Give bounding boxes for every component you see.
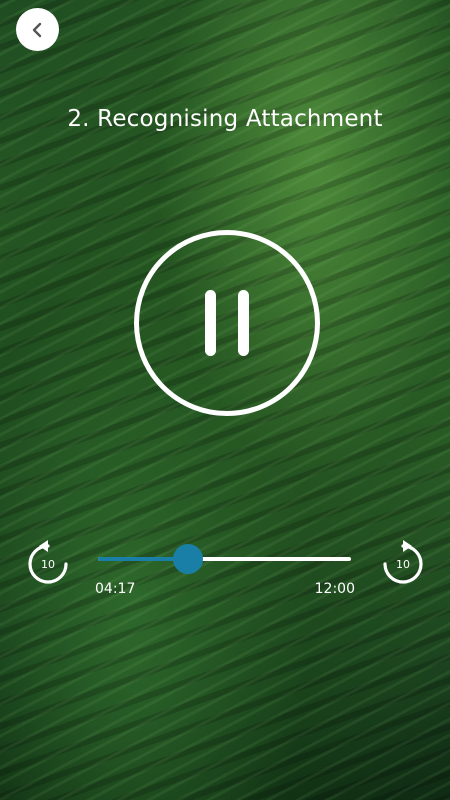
pause-icon-bar-right <box>238 290 249 356</box>
audio-player-screen: 2. Recognising Attachment 10 04:17 12:00… <box>0 0 450 800</box>
skip-forward-seconds: 10 <box>396 557 410 571</box>
progress-slider[interactable] <box>98 544 351 574</box>
skip-back-button[interactable]: 10 <box>24 540 72 588</box>
chevron-left-icon <box>32 22 41 37</box>
progress-thumb[interactable] <box>173 544 204 574</box>
pause-icon-bar-left <box>205 290 216 356</box>
elapsed-time: 04:17 <box>95 581 136 597</box>
track-title: 2. Recognising Attachment <box>67 106 383 132</box>
skip-forward-button[interactable]: 10 <box>379 540 427 588</box>
total-time: 12:00 <box>314 581 355 597</box>
back-button[interactable] <box>16 8 59 51</box>
pause-button[interactable] <box>134 230 320 416</box>
skip-back-seconds: 10 <box>41 557 55 571</box>
